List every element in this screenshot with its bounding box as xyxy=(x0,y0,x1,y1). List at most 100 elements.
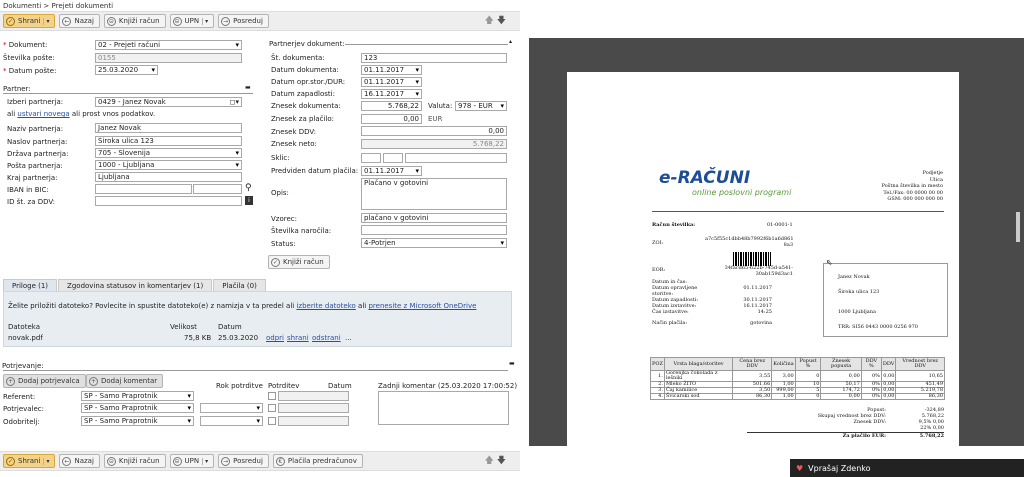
authorizer-checkbox[interactable] xyxy=(268,417,276,425)
vat-amount-field[interactable]: 0,00 xyxy=(361,126,507,136)
save-dropdown-icon[interactable]: ▾ xyxy=(43,457,49,465)
create-new-link[interactable]: ustvari novega xyxy=(17,110,69,118)
more-link[interactable]: ... xyxy=(345,334,352,342)
doc-date-field[interactable]: 01.11.2017 xyxy=(361,65,422,75)
divider xyxy=(345,44,508,45)
approver-checkbox[interactable] xyxy=(268,404,276,412)
vat-amount-label: Znesek DDV: xyxy=(271,128,317,136)
invoice-tagline: online poslovni programi xyxy=(692,188,792,197)
choose-partner-select[interactable]: 0429 - Janez Novak ◻▾ xyxy=(95,97,242,107)
arrow-down-icon[interactable]: 🡇 xyxy=(497,16,506,26)
check-icon: ✓ xyxy=(6,16,15,26)
partner-name-field[interactable]: Janez Novak xyxy=(95,123,242,133)
authorizer-select[interactable]: SP - Samo Praprotnik xyxy=(81,416,194,426)
reference-part1-field[interactable] xyxy=(383,153,403,163)
onedrive-link[interactable]: prenesite z Microsoft OneDrive xyxy=(368,302,476,310)
invoice-col-header: Vrsta blaga/storitev xyxy=(663,357,734,371)
invoice-payments-button[interactable]: € Plačila predračunov xyxy=(272,454,363,468)
description-field[interactable]: Plačano v gotovini xyxy=(361,178,507,210)
reference-part2-field[interactable] xyxy=(405,153,507,163)
collapse-icon[interactable]: ▬ xyxy=(509,360,515,367)
upn-dropdown-icon[interactable]: ▾ xyxy=(202,457,208,465)
reference-model-field[interactable] xyxy=(361,153,381,163)
upn-dropdown-icon[interactable]: ▾ xyxy=(202,17,208,25)
net-amount-field[interactable]: 5.768,22 xyxy=(361,139,507,149)
invoice-cell: 0,00 xyxy=(820,370,862,382)
partner-city-field[interactable]: Ljubljana xyxy=(95,172,242,182)
choose-file-link[interactable]: izberite datoteko xyxy=(296,302,355,310)
invoice-cell: 10,65 xyxy=(895,370,945,382)
add-comment-button[interactable]: + Dodaj komentar xyxy=(86,374,164,388)
tab-payments[interactable]: Plačila (0) xyxy=(213,279,266,291)
collapse-icon[interactable]: ▬ xyxy=(245,84,251,91)
open-link[interactable]: odpri xyxy=(266,334,284,342)
post-invoice-button-bottom[interactable]: ⊝ Knjiži račun xyxy=(103,454,166,468)
post-invoice-inline-button[interactable]: ✓ Knjiži račun xyxy=(268,255,330,269)
invoice-cell: 0 xyxy=(794,393,822,400)
pattern-field[interactable]: plačano v gotovini xyxy=(361,213,507,223)
plus-icon: + xyxy=(89,376,98,386)
back-label: Nazaj xyxy=(74,17,94,25)
arrow-down-icon[interactable]: 🡇 xyxy=(497,456,506,466)
tab-status-history[interactable]: Zgodovina statusov in komentarjev (1) xyxy=(58,279,213,291)
iban-field[interactable] xyxy=(95,184,192,194)
doc-number-field[interactable]: 123 xyxy=(361,53,507,63)
mail-date-label: * Datum pošte: xyxy=(3,67,57,75)
referent-select[interactable]: SP - Samo Praprotnik xyxy=(81,391,194,401)
partner-address-field[interactable]: Široka ulica 123 xyxy=(95,136,242,146)
status-select[interactable]: 4-Potrjen xyxy=(361,238,507,248)
remove-link[interactable]: odstrani xyxy=(312,334,341,342)
arrow-left-icon: ← xyxy=(62,456,72,466)
divider xyxy=(652,211,944,212)
partner-country-select[interactable]: 705 - Slovenija xyxy=(95,148,242,158)
bic-field[interactable] xyxy=(193,184,242,194)
due-date-field[interactable]: 16.11.2017 xyxy=(361,89,422,99)
post-invoice-button[interactable]: ⊝ Knjiži račun xyxy=(103,14,166,28)
arrow-up-icon[interactable]: 🡅 xyxy=(485,16,494,26)
upn-label: UPN xyxy=(184,17,200,25)
back-button[interactable]: ← Nazaj xyxy=(59,14,100,28)
arrow-up-icon[interactable]: 🡅 xyxy=(485,456,494,466)
tab-attachments[interactable]: Priloge (1) xyxy=(3,279,58,291)
save-button-bottom[interactable]: ✓ Shrani ▾ xyxy=(3,454,56,468)
back-button-bottom[interactable]: ← Nazaj xyxy=(59,454,100,468)
add-approver-button[interactable]: + Dodaj potrjevalca xyxy=(3,374,86,388)
save-link[interactable]: shrani xyxy=(287,334,309,342)
mail-number-field[interactable]: 0155 xyxy=(95,53,242,63)
preview-scrollbar[interactable] xyxy=(1016,212,1020,242)
search-icon[interactable]: ⚲ xyxy=(245,183,252,193)
forward-button-bottom[interactable]: → Posreduj xyxy=(218,454,269,468)
file-name[interactable]: novak.pdf xyxy=(8,334,43,342)
pay-date-field[interactable]: 01.11.2017 xyxy=(361,166,422,176)
doc-amount-field[interactable]: 5.768,22 xyxy=(361,101,422,111)
vat-date-field[interactable]: 01.11.2017 xyxy=(361,77,422,87)
collapse-icon[interactable]: ▴ xyxy=(509,38,512,45)
order-number-field[interactable] xyxy=(361,225,507,235)
invoice-cell: 0,00 xyxy=(820,393,862,400)
save-button[interactable]: ✓ Shrani ▾ xyxy=(3,14,56,28)
save-dropdown-icon[interactable]: ▾ xyxy=(43,17,49,25)
currency-select[interactable]: 978 - EUR xyxy=(455,101,507,111)
info-icon[interactable]: i xyxy=(245,196,253,205)
document-select[interactable]: 02 - Prejeti računi xyxy=(95,40,242,50)
pay-amount-field[interactable]: 0,00 xyxy=(361,114,422,124)
vat-id-field[interactable] xyxy=(95,196,242,206)
invoice-summary: Popust: -324,89 Skupaj vrednost brez DDV:… xyxy=(747,407,944,439)
mail-date-field[interactable]: 25.03.2020 xyxy=(95,65,158,75)
partner-post-select[interactable]: 1000 - Ljubljana xyxy=(95,160,242,170)
approver-deadline[interactable] xyxy=(200,403,263,413)
eor-value: 34facd65-622b-745d-a541-30ab159d3ac1 xyxy=(724,265,793,277)
approver-select[interactable]: SP - Samo Praprotnik xyxy=(81,403,194,413)
invoice-cell: 3,00 xyxy=(771,370,796,382)
divider xyxy=(3,93,253,94)
chat-widget[interactable]: ♥ Vprašaj Zdenko xyxy=(790,459,1024,477)
authorizer-deadline[interactable] xyxy=(200,416,263,426)
forward-label: Posreduj xyxy=(233,17,263,25)
invoice-col-header: Znesek popusta xyxy=(820,357,862,371)
book-icon: ⊝ xyxy=(106,16,116,26)
upn-button[interactable]: ⊝ UPN ▾ xyxy=(169,14,215,28)
doc-number-label: Št. dokumenta: xyxy=(271,54,325,62)
upn-button-bottom[interactable]: ⊝ UPN ▾ xyxy=(169,454,215,468)
forward-button[interactable]: → Posreduj xyxy=(218,14,269,28)
referent-checkbox[interactable] xyxy=(268,392,276,400)
